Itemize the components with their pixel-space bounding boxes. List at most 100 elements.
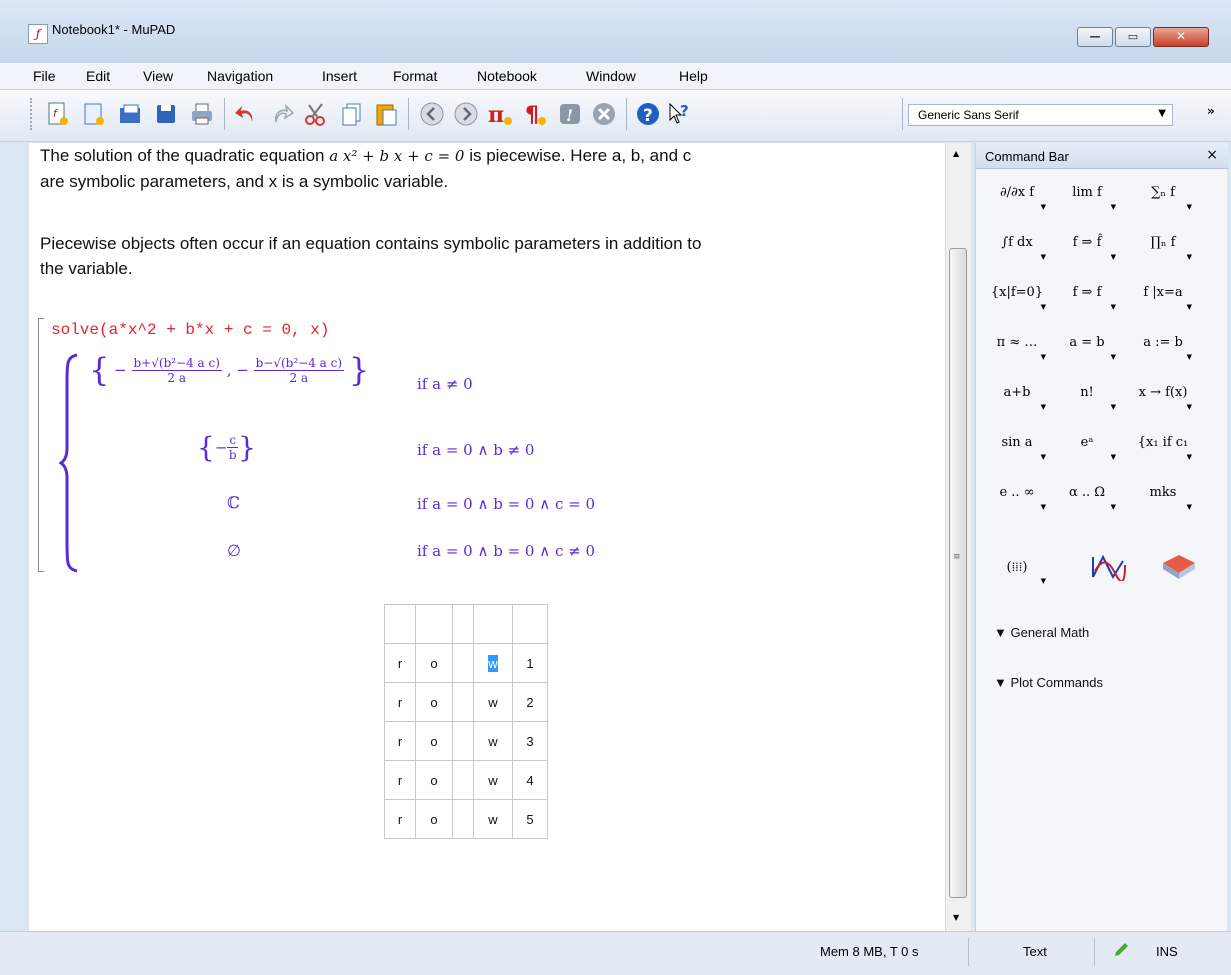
menu-edit[interactable]: Edit <box>86 68 110 84</box>
menu-window[interactable]: Window <box>586 68 636 84</box>
undo-button[interactable] <box>232 100 260 128</box>
paste-button[interactable] <box>372 100 400 128</box>
menu-file[interactable]: File <box>33 68 56 84</box>
calc-region-bracket[interactable] <box>38 318 44 572</box>
menu-insert[interactable]: Insert <box>322 68 357 84</box>
table-cell[interactable]: r <box>384 643 416 683</box>
print-button[interactable] <box>188 100 216 128</box>
context-help-button[interactable]: ? <box>666 100 694 128</box>
document-scrollbar[interactable]: ▲ ≡ ▼ <box>945 143 971 931</box>
command-bar-button[interactable]: ∂/∂x f ▼ <box>982 177 1052 213</box>
notebook-document[interactable]: The solution of the quadratic equation a… <box>29 143 945 931</box>
menu-view[interactable]: View <box>143 68 173 84</box>
command-bar-button[interactable]: {x|f=0} ▼ <box>982 277 1052 313</box>
toolbar-grip[interactable] <box>30 98 36 130</box>
table-cell[interactable] <box>473 604 513 644</box>
table-cell[interactable]: r <box>384 721 416 761</box>
close-icon[interactable]: × <box>1206 147 1218 163</box>
table-cell[interactable]: w <box>473 721 513 761</box>
text-paragraph-2[interactable]: Piecewise objects often occur if an equa… <box>40 231 701 281</box>
table-cell[interactable] <box>452 643 474 683</box>
maximize-button[interactable]: ▭ <box>1115 27 1151 47</box>
command-bar-button[interactable]: eᵃ ▼ <box>1052 427 1122 463</box>
table-cell[interactable]: o <box>415 799 453 839</box>
command-bar-button[interactable]: a+b ▼ <box>982 377 1052 413</box>
table-cell[interactable]: 1 <box>512 643 548 683</box>
plot-3d-button[interactable] <box>1144 551 1214 587</box>
input-region[interactable]: solve(a*x^2 + b*x + c = 0, x) <box>51 321 329 339</box>
table-cell[interactable]: w <box>473 760 513 800</box>
new-notebook-button[interactable]: f <box>44 100 72 128</box>
table-cell[interactable]: 3 <box>512 721 548 761</box>
table-cell[interactable] <box>384 604 416 644</box>
table-cell[interactable] <box>512 604 548 644</box>
table-cell[interactable] <box>415 604 453 644</box>
toolbar-overflow-button[interactable]: » <box>1207 104 1215 118</box>
section-plot-commands[interactable]: ▼ Plot Commands <box>994 675 1103 690</box>
back-button[interactable] <box>418 100 446 128</box>
table-cell[interactable]: w <box>473 682 513 722</box>
table-cell[interactable]: 2 <box>512 682 548 722</box>
forward-button[interactable] <box>452 100 480 128</box>
table-cell[interactable]: o <box>415 721 453 761</box>
command-bar-button[interactable]: ∏ₙ f ▼ <box>1128 227 1198 263</box>
font-select[interactable]: Generic Sans Serif ▼ <box>908 104 1173 126</box>
table-cell-selected[interactable]: w <box>473 643 513 683</box>
command-bar-button[interactable]: mks ▼ <box>1128 477 1198 513</box>
table-cell[interactable] <box>452 604 474 644</box>
copy-button[interactable] <box>338 100 366 128</box>
command-bar-button[interactable]: {x₁ if c₁ ▼ <box>1128 427 1198 463</box>
command-bar-button[interactable]: lim f ▼ <box>1052 177 1122 213</box>
command-bar-button[interactable]: n! ▼ <box>1052 377 1122 413</box>
table-cell[interactable]: o <box>415 682 453 722</box>
table-cell[interactable] <box>452 682 474 722</box>
command-bar-button[interactable]: f ⇒ f ▼ <box>1052 277 1122 313</box>
help-button[interactable]: ? <box>634 100 662 128</box>
scroll-up-icon[interactable]: ▲ <box>953 149 959 158</box>
menu-navigation[interactable]: Navigation <box>207 68 273 84</box>
redo-button[interactable] <box>268 100 296 128</box>
table-cell[interactable] <box>452 760 474 800</box>
table-cell[interactable]: r <box>384 760 416 800</box>
command-bar-button[interactable]: f ⇒ f̂ ▼ <box>1052 227 1122 263</box>
command-bar-button[interactable]: π ≈ … ▼ <box>982 327 1052 363</box>
command-bar-button[interactable]: x → f(x) ▼ <box>1128 377 1198 413</box>
command-bar-button[interactable]: ∫f dx ▼ <box>982 227 1052 263</box>
table-cell[interactable]: 4 <box>512 760 548 800</box>
save-button[interactable] <box>152 100 180 128</box>
evaluate-button[interactable]: ! <box>556 100 584 128</box>
command-bar-button[interactable]: sin a ▼ <box>982 427 1052 463</box>
table-cell[interactable]: r <box>384 799 416 839</box>
command-bar-button[interactable]: ∑ₙ f ▼ <box>1128 177 1198 213</box>
command-bar-button[interactable]: (⁞⁞⁞) ▼ <box>982 551 1052 587</box>
stop-button[interactable] <box>590 100 618 128</box>
table-cell[interactable] <box>452 721 474 761</box>
text-table[interactable]: r o w 1 r o w 2 r o w 3 r o w 4 r o w 5 <box>384 604 548 839</box>
cut-button[interactable] <box>302 100 330 128</box>
command-bar-button[interactable]: e .. ∞ ▼ <box>982 477 1052 513</box>
section-general-math[interactable]: ▼ General Math <box>994 625 1089 640</box>
plot-button[interactable] <box>1074 551 1144 587</box>
minimize-button[interactable]: — <box>1077 27 1113 47</box>
table-cell[interactable]: o <box>415 643 453 683</box>
insert-text-button[interactable]: ¶ <box>521 100 549 128</box>
insert-calculation-button[interactable]: π <box>486 100 514 128</box>
menu-help[interactable]: Help <box>679 68 708 84</box>
new-button[interactable] <box>80 100 108 128</box>
scroll-down-icon[interactable]: ▼ <box>953 913 959 922</box>
text-paragraph-1[interactable]: The solution of the quadratic equation a… <box>40 143 691 194</box>
menu-notebook[interactable]: Notebook <box>477 68 537 84</box>
command-bar-button[interactable]: f |x=a ▼ <box>1128 277 1198 313</box>
scroll-thumb[interactable] <box>949 248 967 898</box>
command-bar-button[interactable]: a := b ▼ <box>1128 327 1198 363</box>
table-cell[interactable]: 5 <box>512 799 548 839</box>
table-cell[interactable]: r <box>384 682 416 722</box>
table-cell[interactable]: o <box>415 760 453 800</box>
command-bar-button[interactable]: a = b ▼ <box>1052 327 1122 363</box>
table-cell[interactable]: w <box>473 799 513 839</box>
table-cell[interactable] <box>452 799 474 839</box>
menu-format[interactable]: Format <box>393 68 437 84</box>
close-button[interactable]: ✕ <box>1153 27 1209 47</box>
command-bar-button[interactable]: α .. Ω ▼ <box>1052 477 1122 513</box>
open-button[interactable] <box>116 100 144 128</box>
